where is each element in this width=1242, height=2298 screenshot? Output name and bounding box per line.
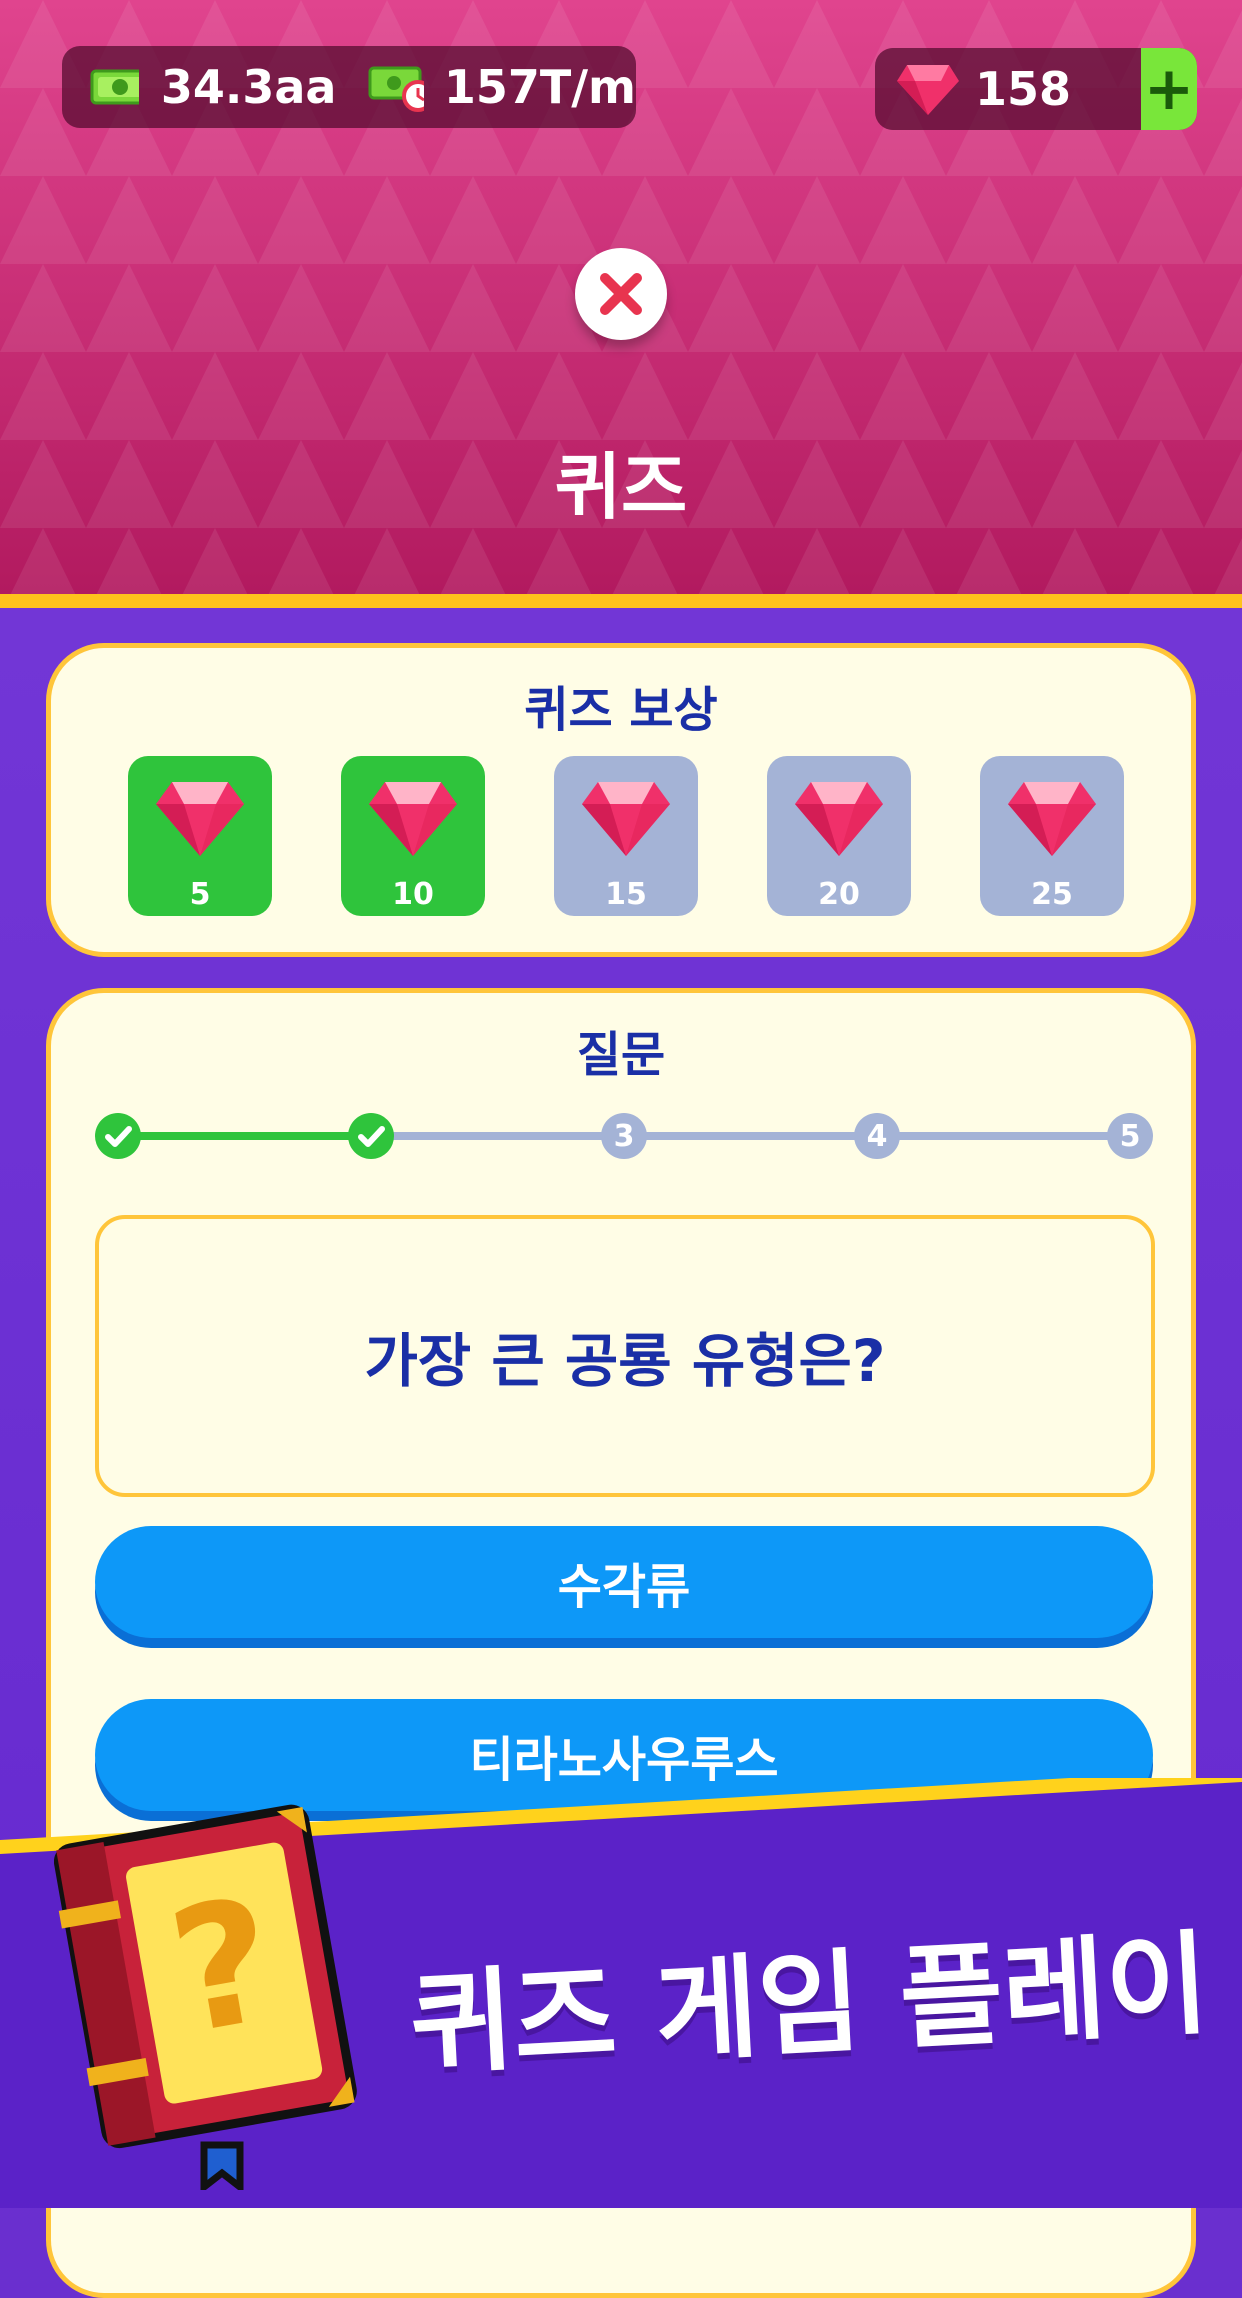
income-rate: 157T/m: [443, 60, 636, 114]
reward-amount: 5: [189, 877, 211, 912]
reward-tier-5: 25: [980, 756, 1124, 916]
question-text: 가장 큰 공룡 유형은?: [364, 1327, 886, 1395]
reward-amount: 25: [1031, 877, 1073, 912]
gem-icon: [795, 782, 883, 856]
question-box: 가장 큰 공룡 유형은?: [95, 1215, 1155, 1497]
reward-tier-1: 5: [128, 756, 272, 916]
gem-icon: [582, 782, 670, 856]
progress-step: 3: [601, 1113, 647, 1159]
reward-amount: 20: [818, 877, 860, 912]
progress-check-icon: [95, 1113, 141, 1159]
rewards-panel: 퀴즈 보상 5 10 15 20 25: [46, 643, 1196, 957]
cash-icon: [90, 69, 139, 105]
add-gems-button[interactable]: +: [1141, 48, 1197, 130]
question-title: 질문: [576, 1027, 666, 1083]
reward-tier-2: 10: [341, 756, 485, 916]
rewards-title: 퀴즈 보상: [524, 682, 718, 738]
cash-amount: 34.3aa: [160, 60, 337, 114]
answer-button-1[interactable]: 수각류: [95, 1526, 1153, 1638]
gem-icon: [369, 782, 457, 856]
gem-icon: [1008, 782, 1096, 856]
progress-step: 4: [854, 1113, 900, 1159]
reward-amount: 15: [605, 877, 647, 912]
currency-bar: 34.3aa 157T/m: [62, 46, 636, 128]
progress-check-icon: [348, 1113, 394, 1159]
gem-icon: [156, 782, 244, 856]
reward-amount: 10: [392, 877, 434, 912]
progress-step: 5: [1107, 1113, 1153, 1159]
question-progress: 3 4 5: [95, 1113, 1155, 1159]
quiz-book-icon: ?: [54, 1804, 357, 2190]
progress-line: [371, 1132, 624, 1140]
reward-tier-3: 15: [554, 756, 698, 916]
gem-counter: 158 +: [875, 48, 1197, 130]
progress-line: [118, 1132, 371, 1140]
header-divider: [0, 594, 1242, 608]
income-clock-icon: [368, 66, 424, 112]
progress-line: [624, 1132, 877, 1140]
gem-icon: [897, 65, 959, 115]
progress-line: [877, 1132, 1130, 1140]
close-button[interactable]: [575, 248, 667, 340]
gem-count: 158: [975, 62, 1072, 116]
page-title: 퀴즈: [554, 445, 688, 529]
reward-tier-4: 20: [767, 756, 911, 916]
close-icon: [600, 273, 642, 315]
